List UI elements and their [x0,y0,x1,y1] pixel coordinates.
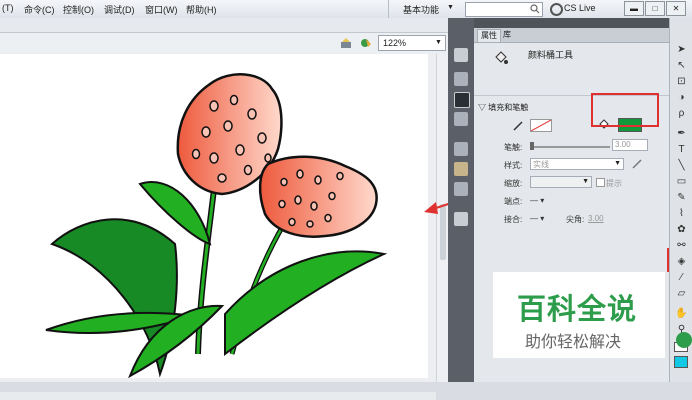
floating-badge[interactable] [676,332,692,348]
eyedropper-tool-icon[interactable]: ⁄ [675,272,688,283]
scale-label: 缩放: [504,179,523,188]
chevron-down-icon: ▼ [447,4,454,11]
search-input[interactable] [465,2,543,17]
deco-tool-icon[interactable]: ✿ [675,224,688,235]
components-icon[interactable] [454,182,468,196]
pencil-tool-icon[interactable]: ✎ [675,192,688,203]
rectangle-tool-icon[interactable]: ▭ [675,176,688,187]
slider-handle[interactable] [530,142,534,150]
section-title: 填充和笔触 [488,103,529,112]
bone-tool-icon[interactable]: ⚯ [675,240,688,251]
line-tool-icon[interactable]: ╲ [675,160,688,171]
miter-label: 尖角: [566,215,585,224]
section-fill-stroke[interactable]: ▽ 填充和笔触 [478,102,528,113]
workspace-switcher[interactable]: 基本功能 ▼ [388,0,461,18]
align-panel-icon[interactable] [454,72,468,86]
no-color-icon [530,119,552,132]
maximize-button[interactable]: □ [645,1,665,16]
stage-area: 122% ▼ [0,18,449,400]
brush-tool-icon[interactable]: ⌇ [675,208,688,219]
subselection-tool-icon[interactable]: ↖ [675,60,688,71]
edit-symbol-icon[interactable] [360,37,373,49]
history-panel-icon[interactable] [454,142,468,156]
tool-name: 颜料桶工具 [528,50,574,60]
stage-toolbar: 122% ▼ [0,33,448,53]
scale-select[interactable]: ▼ [530,176,592,188]
menu-window[interactable]: 窗口(W) [145,3,178,16]
menu-text[interactable]: (T) [2,3,14,13]
horizontal-scrollbar[interactable] [0,392,436,400]
document-tab-strip [0,18,448,33]
cs-live-icon [550,3,563,16]
panel-header-bar [474,18,669,28]
menu-bar: (T) 命令(C) 控制(O) 调试(D) 窗口(W) 帮助(H) 基本功能 ▼… [0,0,692,19]
properties-panel-icon[interactable] [454,48,468,62]
cap-label: 端点: [504,197,523,206]
eraser-tool-icon[interactable]: ▱ [675,288,688,299]
text-tool-icon[interactable]: T [675,144,688,155]
lasso-tool-icon[interactable]: ρ [675,108,688,119]
stroke-value: 3.00 [615,140,631,149]
zoom-value: 122% [383,38,407,48]
style-select[interactable]: 实线 ▼ [530,158,624,170]
fill-color-chip[interactable] [674,356,688,368]
chevron-down-icon: ▼ [614,160,621,167]
watermark-title: 百科全说 [517,294,638,326]
motion-presets-icon[interactable] [454,212,468,226]
zoom-select[interactable]: 122% ▼ [378,35,446,51]
pencil-icon [513,121,523,131]
tools-panel: ➤ ↖ ⊡ ◑ ρ ✒ T ╲ ▭ ✎ ⌇ ✿ ⚯ ◈ ⁄ ▱ ✋ ⚲ [669,18,692,382]
style-value: 实线 [533,160,549,169]
menu-command[interactable]: 命令(C) [24,3,55,16]
cs-live-button[interactable]: CS Live [550,1,614,17]
menu-control[interactable]: 控制(O) [63,3,94,16]
3d-rotation-icon[interactable]: ◑ [675,92,688,103]
transform-panel-icon[interactable] [454,112,468,126]
edit-scene-icon[interactable] [340,37,353,49]
join-select[interactable]: — ▾ [530,214,544,223]
tab-properties[interactable]: 属性 [477,29,501,42]
pen-tool-icon[interactable]: ✒ [675,128,688,139]
chevron-down-icon: ▼ [435,39,442,46]
close-button[interactable]: ✕ [666,1,686,16]
scrollbar-thumb[interactable] [440,204,446,260]
join-label: 接合: [504,215,523,224]
minimize-button[interactable]: ▬ [624,1,644,16]
stroke-slider[interactable] [530,146,610,148]
search-icon [530,4,540,14]
style-label: 样式: [504,161,523,170]
workspace-label: 基本功能 [403,5,440,15]
highlight-fill-color [591,93,659,127]
stage-canvas[interactable] [0,54,428,379]
hand-tool-icon[interactable]: ✋ [675,308,688,319]
edit-stroke-style-icon[interactable] [632,159,642,169]
paint-bucket-icon [495,51,508,64]
hint-label: 提示 [606,179,622,188]
menu-help[interactable]: 帮助(H) [186,3,217,16]
code-snippets-icon[interactable] [454,162,468,176]
selection-tool-icon[interactable]: ➤ [675,44,688,55]
panel-tabs: 属性 库 [474,28,669,43]
window-controls: ▬ □ ✕ [624,1,688,16]
tab-library[interactable]: 库 [500,29,514,41]
paint-bucket-tool-icon[interactable]: ◈ [675,256,688,267]
miter-value[interactable]: 3.00 [588,214,604,223]
panel-dock-strip [448,18,474,382]
free-transform-icon[interactable]: ⊡ [675,76,688,87]
watermark: 百科全说 助你轻松解决 [493,272,665,358]
cap-select[interactable]: — ▾ [530,196,544,205]
stroke-color-swatch[interactable] [530,119,552,132]
watermark-subtitle: 助你轻松解决 [525,334,622,351]
chevron-down-icon: ▼ [582,178,589,185]
flower-drawing[interactable] [0,54,428,379]
menu-debug[interactable]: 调试(D) [104,3,135,16]
stroke-label: 笔触: [504,143,523,152]
info-icon[interactable] [454,92,470,108]
hint-checkbox[interactable] [596,178,605,187]
stroke-input[interactable]: 3.00 [612,139,648,151]
cs-live-label: CS Live [564,3,596,13]
